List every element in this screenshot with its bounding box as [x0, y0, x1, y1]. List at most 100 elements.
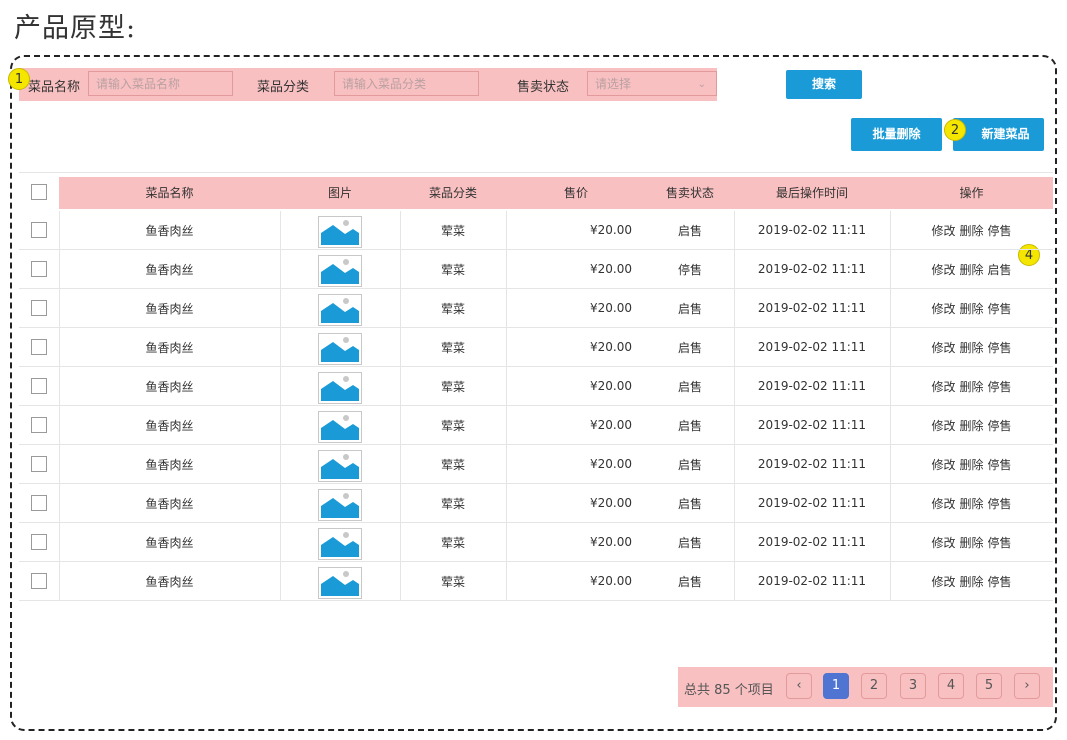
edit-link[interactable]: 修改 — [931, 573, 955, 590]
delete-link[interactable]: 删除 — [959, 456, 983, 473]
image-placeholder-icon — [318, 293, 362, 326]
row-actions: 修改 删除 停售 — [890, 289, 1053, 327]
name-filter-label: 菜品名称 — [28, 80, 81, 95]
dish-status: 启售 — [677, 340, 702, 355]
row-checkbox[interactable] — [31, 339, 47, 355]
table-row: 鱼香肉丝 荤菜 ¥20.00 启售 2019-02-02 11:11 修改 删除 停售 — [19, 211, 1053, 250]
row-checkbox[interactable] — [31, 573, 47, 589]
image-placeholder-icon — [318, 254, 362, 287]
dish-image-cell — [280, 211, 400, 249]
toggle-status-link[interactable]: 停售 — [988, 534, 1012, 551]
page-button-5[interactable]: 5 — [976, 673, 1002, 699]
row-checkbox[interactable] — [31, 222, 47, 238]
dish-name: 鱼香肉丝 — [145, 379, 194, 394]
page-button-2[interactable]: 2 — [861, 673, 887, 699]
name-filter-input[interactable]: 请输入菜品名称 — [88, 71, 233, 96]
delete-link[interactable]: 删除 — [959, 339, 983, 356]
row-checkbox[interactable] — [31, 534, 47, 550]
image-placeholder-icon — [318, 566, 362, 599]
table-header: 菜品名称 图片 菜品分类 售价 售卖状态 最后操作时间 操作 — [19, 172, 1053, 211]
toggle-status-link[interactable]: 停售 — [988, 339, 1012, 356]
row-checkbox-cell — [19, 484, 59, 522]
annotation-badge-1: 1 — [8, 68, 30, 90]
delete-link[interactable]: 删除 — [959, 495, 983, 512]
dish-status: 启售 — [677, 379, 702, 394]
dish-last-modified: 2019-02-02 11:11 — [757, 457, 867, 471]
dish-image-cell — [280, 484, 400, 522]
dish-name: 鱼香肉丝 — [145, 418, 194, 433]
dish-category: 荤菜 — [440, 418, 465, 433]
row-checkbox[interactable] — [31, 378, 47, 394]
dish-last-modified: 2019-02-02 11:11 — [757, 379, 867, 393]
dish-status: 启售 — [677, 418, 702, 433]
dish-name: 鱼香肉丝 — [145, 535, 194, 550]
page-button-3[interactable]: 3 — [900, 673, 926, 699]
dish-price: ¥20.00 — [590, 379, 632, 393]
status-select-placeholder: 请选择 — [595, 77, 632, 91]
toggle-status-link[interactable]: 启售 — [988, 261, 1012, 278]
row-checkbox-cell — [19, 211, 59, 249]
row-checkbox[interactable] — [31, 261, 47, 277]
dish-price: ¥20.00 — [590, 418, 632, 432]
table-row: 鱼香肉丝 荤菜 ¥20.00 启售 2019-02-02 11:11 修改 删除 停售 — [19, 328, 1053, 367]
dish-last-modified: 2019-02-02 11:11 — [757, 223, 867, 237]
toggle-status-link[interactable]: 停售 — [988, 573, 1012, 590]
edit-link[interactable]: 修改 — [931, 495, 955, 512]
page-button-1[interactable]: 1 — [823, 673, 849, 699]
dish-name: 鱼香肉丝 — [145, 223, 194, 238]
toggle-status-link[interactable]: 停售 — [988, 456, 1012, 473]
edit-link[interactable]: 修改 — [931, 261, 955, 278]
page-button-4[interactable]: 4 — [938, 673, 964, 699]
edit-link[interactable]: 修改 — [931, 417, 955, 434]
edit-link[interactable]: 修改 — [931, 300, 955, 317]
row-checkbox-cell — [19, 523, 59, 561]
dish-image-cell — [280, 367, 400, 405]
dish-price: ¥20.00 — [590, 535, 632, 549]
dish-status: 启售 — [677, 457, 702, 472]
status-filter-select[interactable]: 请选择 ⌄ — [587, 71, 717, 96]
dish-price: ¥20.00 — [590, 223, 632, 237]
row-actions: 修改 删除 停售 — [890, 445, 1053, 483]
new-dish-button[interactable]: 新建菜品 — [953, 118, 1044, 151]
header-price: 售价 — [563, 185, 588, 200]
dish-name: 鱼香肉丝 — [145, 262, 194, 277]
row-checkbox[interactable] — [31, 300, 47, 316]
delete-link[interactable]: 删除 — [959, 222, 983, 239]
delete-link[interactable]: 删除 — [959, 261, 983, 278]
delete-link[interactable]: 删除 — [959, 573, 983, 590]
dish-price: ¥20.00 — [590, 457, 632, 471]
header-status: 售卖状态 — [665, 185, 714, 200]
toggle-status-link[interactable]: 停售 — [988, 417, 1012, 434]
header-category: 菜品分类 — [428, 185, 477, 200]
pagination: 总共 85 个项目 ‹ 1 2 3 4 5 › — [678, 667, 1053, 707]
edit-link[interactable]: 修改 — [931, 534, 955, 551]
category-filter-input[interactable]: 请输入菜品分类 — [334, 71, 479, 96]
delete-link[interactable]: 删除 — [959, 300, 983, 317]
batch-delete-button[interactable]: 批量删除 — [851, 118, 942, 151]
row-checkbox[interactable] — [31, 495, 47, 511]
row-checkbox[interactable] — [31, 417, 47, 433]
row-checkbox[interactable] — [31, 456, 47, 472]
delete-link[interactable]: 删除 — [959, 378, 983, 395]
select-all-checkbox[interactable] — [31, 184, 47, 200]
toggle-status-link[interactable]: 停售 — [988, 300, 1012, 317]
toggle-status-link[interactable]: 停售 — [988, 378, 1012, 395]
delete-link[interactable]: 删除 — [959, 417, 983, 434]
toggle-status-link[interactable]: 停售 — [988, 222, 1012, 239]
row-checkbox-cell — [19, 250, 59, 288]
edit-link[interactable]: 修改 — [931, 456, 955, 473]
search-button[interactable]: 搜索 — [786, 70, 862, 99]
edit-link[interactable]: 修改 — [931, 378, 955, 395]
chevron-left-icon: ‹ — [796, 678, 802, 693]
dish-price: ¥20.00 — [590, 496, 632, 510]
dish-price: ¥20.00 — [590, 262, 632, 276]
prev-page-button[interactable]: ‹ — [786, 673, 812, 699]
total-count: 总共 85 个项目 — [684, 683, 774, 698]
table-row: 鱼香肉丝 荤菜 ¥20.00 启售 2019-02-02 11:11 修改 删除 停售 — [19, 523, 1053, 562]
toggle-status-link[interactable]: 停售 — [988, 495, 1012, 512]
dish-category: 荤菜 — [440, 496, 465, 511]
delete-link[interactable]: 删除 — [959, 534, 983, 551]
next-page-button[interactable]: › — [1014, 673, 1040, 699]
edit-link[interactable]: 修改 — [931, 339, 955, 356]
edit-link[interactable]: 修改 — [931, 222, 955, 239]
